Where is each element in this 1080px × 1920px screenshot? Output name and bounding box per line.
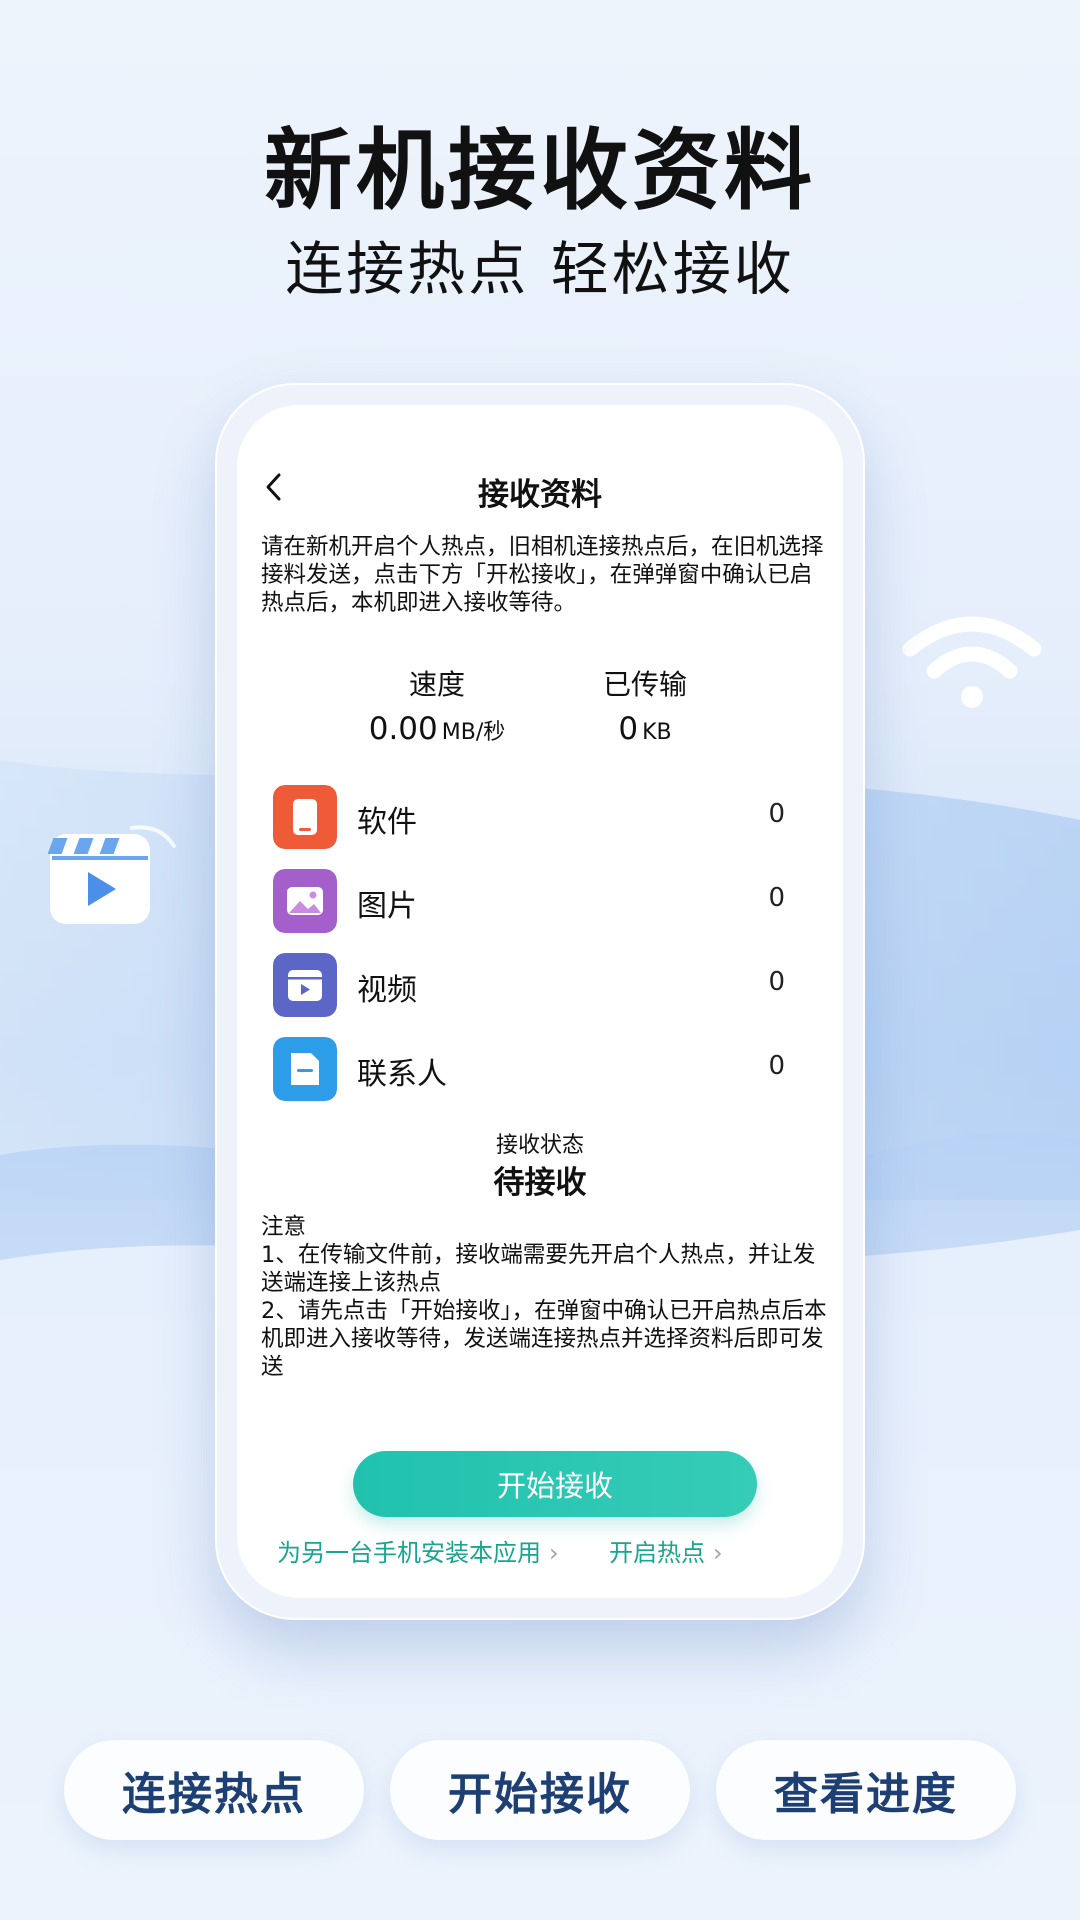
- install-app-label: 为另一台手机安装本应用: [277, 1539, 541, 1567]
- notes-heading: 注意: [261, 1214, 307, 1240]
- note-item: 2、请先点击「开始接收」，在弹窗中确认已开启热点后本机即进入接收等待，发送端连接…: [261, 1298, 827, 1380]
- hero-subtitle: 连接热点 轻松接收: [285, 235, 795, 303]
- instruction-text: 请在新机开启个人热点，旧相机连接热点后，在旧机选择接料发送，点击下方「开松接收」…: [261, 534, 824, 616]
- category-count: 0: [768, 1051, 785, 1081]
- category-row-apps[interactable]: 软件 0: [237, 775, 843, 859]
- connect-hotspot-pill[interactable]: 连接热点: [64, 1740, 364, 1840]
- video-icon: [273, 953, 337, 1017]
- transferred-value-row: 0 KB: [535, 707, 755, 755]
- page-title: 接收资料: [478, 477, 602, 513]
- category-label: 软件: [357, 805, 417, 840]
- notes-section: 注意 1、在传输文件前，接收端需要先开启个人热点，并让发送端连接上该热点 2、请…: [261, 1213, 827, 1381]
- install-app-link[interactable]: 为另一台手机安装本应用 ›: [277, 1533, 559, 1568]
- transfer-stats: 速度 0.00 MB/秒 已传输 0 KB: [237, 667, 843, 767]
- speed-unit: MB/秒: [441, 720, 506, 745]
- contact-icon: [273, 1037, 337, 1101]
- category-row-contacts[interactable]: 联系人 0: [237, 1027, 843, 1111]
- open-hotspot-link[interactable]: 开启热点 ›: [609, 1533, 723, 1568]
- category-label: 图片: [357, 889, 417, 924]
- start-receive-pill[interactable]: 开始接收: [390, 1740, 690, 1840]
- category-row-images[interactable]: 图片 0: [237, 859, 843, 943]
- transferred-value: 0: [618, 711, 639, 747]
- view-progress-pill[interactable]: 查看进度: [716, 1740, 1016, 1840]
- speed-value-row: 0.00 MB/秒: [327, 707, 547, 755]
- nav-bar: 接收资料: [237, 463, 843, 513]
- speed-label: 速度: [408, 668, 465, 701]
- category-count: 0: [768, 967, 785, 997]
- speed-value: 0.00: [368, 711, 438, 747]
- status-label: 接收状态: [495, 1133, 584, 1158]
- image-icon: [273, 869, 337, 933]
- category-count: 0: [768, 883, 785, 913]
- transferred-unit: KB: [642, 720, 672, 745]
- note-item: 1、在传输文件前，接收端需要先开启个人热点，并让发送端连接上该热点: [261, 1242, 816, 1296]
- category-row-videos[interactable]: 视频 0: [237, 943, 843, 1027]
- speed-stat: 速度 0.00 MB/秒: [327, 667, 547, 755]
- status-value: 待接收: [493, 1165, 587, 1201]
- category-label: 联系人: [357, 1057, 447, 1092]
- chevron-right-icon: ›: [713, 1539, 723, 1567]
- transferred-stat: 已传输 0 KB: [535, 667, 755, 755]
- chevron-right-icon: ›: [549, 1539, 559, 1567]
- transferred-label: 已传输: [602, 668, 687, 701]
- video-clip-icon: [48, 825, 176, 924]
- start-receive-button[interactable]: 开始接收: [353, 1451, 757, 1517]
- category-label: 视频: [357, 973, 417, 1008]
- phone-mockup: 接收资料 请在新机开启个人热点，旧相机连接热点后，在旧机选择接料发送，点击下方「…: [215, 383, 865, 1620]
- phone-screen: 接收资料 请在新机开启个人热点，旧相机连接热点后，在旧机选择接料发送，点击下方「…: [237, 405, 843, 1598]
- open-hotspot-label: 开启热点: [609, 1539, 705, 1567]
- hero-title: 新机接收资料: [263, 119, 816, 222]
- category-count: 0: [768, 799, 785, 829]
- wifi-icon: [902, 616, 1042, 708]
- app-icon: [273, 785, 337, 849]
